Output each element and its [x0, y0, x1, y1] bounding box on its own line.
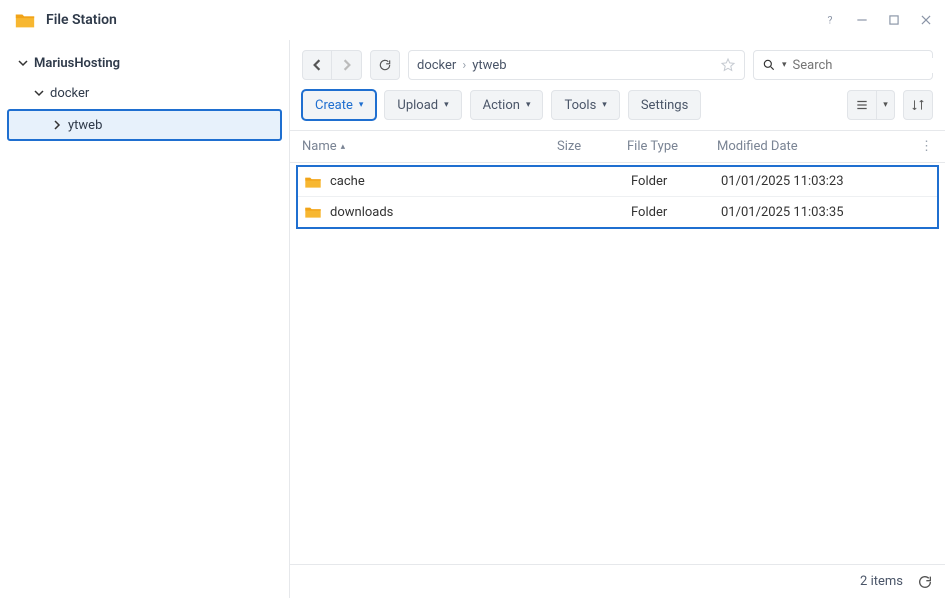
close-icon[interactable]: [919, 13, 933, 27]
tree-item-label: ytweb: [68, 118, 102, 133]
refresh-icon[interactable]: [917, 574, 933, 590]
refresh-button[interactable]: [370, 50, 400, 80]
minimize-icon[interactable]: [855, 13, 869, 27]
tree-root-label: MariusHosting: [34, 56, 120, 71]
create-button[interactable]: Create ▾: [302, 90, 376, 120]
file-table: Name ▴ Size File Type Modified Date ⋮ ca…: [290, 130, 945, 564]
nav-row: docker › ytweb ▾: [290, 40, 945, 86]
tree-item-label: docker: [50, 86, 89, 101]
chevron-down-icon: ▾: [359, 100, 364, 110]
forward-button[interactable]: [332, 50, 362, 80]
file-type: Folder: [631, 174, 721, 189]
file-name: cache: [330, 174, 365, 189]
chevron-down-icon: ▾: [883, 100, 888, 110]
tree-item-docker[interactable]: docker: [0, 78, 289, 108]
sort-button[interactable]: [903, 90, 933, 120]
button-label: Settings: [641, 98, 688, 113]
svg-text:?: ?: [828, 14, 833, 27]
breadcrumb-part[interactable]: ytweb: [472, 58, 506, 73]
file-date: 01/01/2025 11:03:35: [721, 205, 921, 220]
tree-root[interactable]: MariusHosting: [0, 48, 289, 78]
action-button[interactable]: Action ▾: [470, 90, 544, 120]
toolbar: Create ▾ Upload ▾ Action ▾ Tools ▾ Setti…: [290, 86, 945, 130]
titlebar: File Station ?: [0, 0, 945, 40]
sort-asc-icon: ▴: [341, 142, 346, 152]
column-date[interactable]: Modified Date: [717, 139, 917, 154]
list-view-button[interactable]: [847, 90, 877, 120]
maximize-icon[interactable]: [887, 13, 901, 27]
button-label: Create: [315, 98, 353, 113]
file-type: Folder: [631, 205, 721, 220]
view-dropdown[interactable]: ▾: [877, 90, 895, 120]
breadcrumb-part[interactable]: docker: [417, 58, 456, 73]
chevron-right-icon[interactable]: [50, 120, 64, 130]
button-label: Tools: [564, 98, 596, 113]
file-name: downloads: [330, 205, 393, 220]
chevron-down-icon[interactable]: [16, 58, 30, 68]
search-box[interactable]: ▾: [753, 50, 933, 80]
chevron-down-icon[interactable]: ▾: [782, 60, 787, 70]
tree-item-ytweb[interactable]: ytweb: [8, 110, 281, 140]
window-controls: ?: [823, 13, 933, 27]
column-type[interactable]: File Type: [627, 139, 717, 154]
help-icon[interactable]: ?: [823, 13, 837, 27]
table-row[interactable]: downloads Folder 01/01/2025 11:03:35: [298, 197, 937, 227]
view-toggle: ▾: [847, 90, 895, 120]
table-header: Name ▴ Size File Type Modified Date ⋮: [290, 131, 945, 163]
table-row[interactable]: cache Folder 01/01/2025 11:03:23: [298, 167, 937, 197]
button-label: Upload: [397, 98, 438, 113]
button-label: Action: [483, 98, 520, 113]
chevron-down-icon[interactable]: [32, 88, 46, 98]
app-icon: [14, 9, 36, 31]
folder-icon: [304, 205, 322, 219]
item-count: 2 items: [860, 574, 903, 589]
column-name[interactable]: Name ▴: [302, 139, 557, 154]
column-size[interactable]: Size: [557, 139, 627, 154]
upload-button[interactable]: Upload ▾: [384, 90, 461, 120]
chevron-down-icon: ▾: [602, 100, 607, 110]
chevron-down-icon: ▾: [444, 100, 449, 110]
back-button[interactable]: [302, 50, 332, 80]
status-bar: 2 items: [290, 564, 945, 598]
chevron-down-icon: ▾: [526, 100, 531, 110]
selection-highlight: cache Folder 01/01/2025 11:03:23 downloa…: [296, 165, 939, 229]
settings-button[interactable]: Settings: [628, 90, 701, 120]
search-input[interactable]: [793, 58, 945, 73]
folder-tree: MariusHosting docker ytweb: [0, 40, 290, 598]
folder-icon: [304, 175, 322, 189]
favorite-icon[interactable]: [720, 57, 736, 73]
column-menu-icon[interactable]: ⋮: [917, 139, 933, 154]
chevron-right-icon: ›: [462, 58, 466, 73]
content-pane: docker › ytweb ▾ Create ▾ U: [290, 40, 945, 598]
breadcrumb[interactable]: docker › ytweb: [408, 50, 745, 80]
search-icon: [762, 58, 776, 72]
app-title: File Station: [46, 12, 823, 28]
tools-button[interactable]: Tools ▾: [551, 90, 619, 120]
file-date: 01/01/2025 11:03:23: [721, 174, 921, 189]
